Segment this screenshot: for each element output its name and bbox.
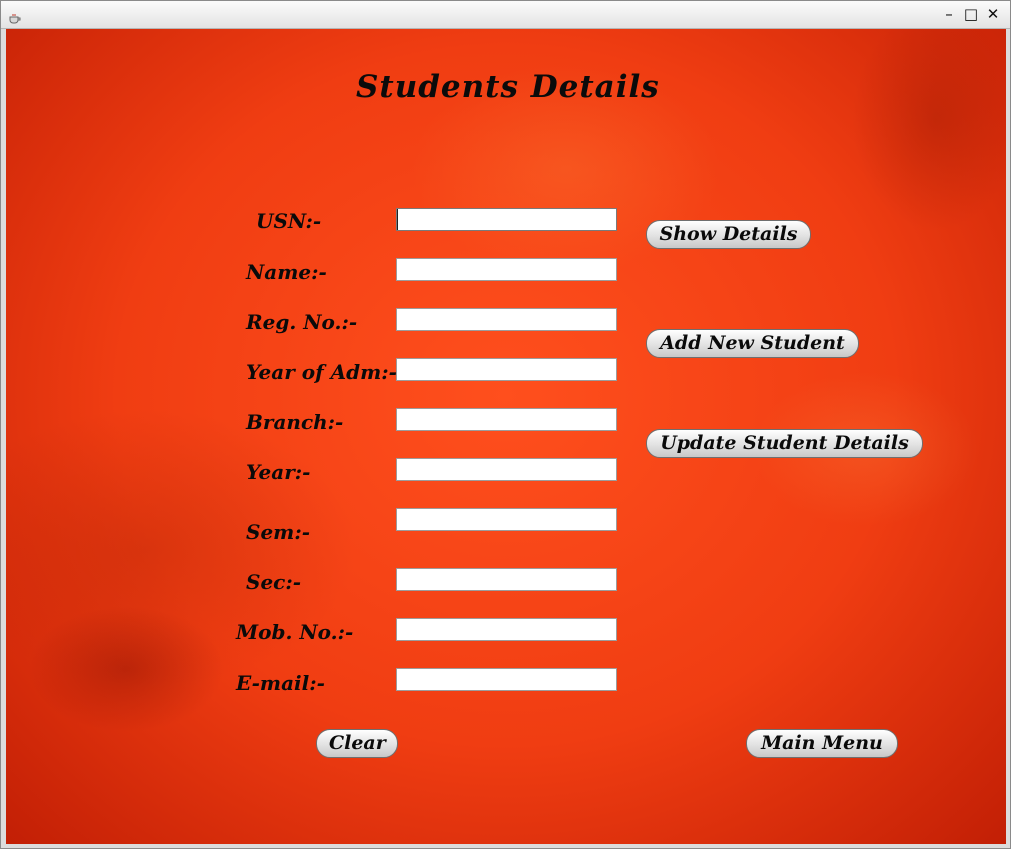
mob-no-field[interactable]: [396, 618, 617, 641]
maximize-button[interactable]: □: [962, 5, 980, 23]
close-button[interactable]: ✕: [984, 5, 1002, 23]
sec-label: Sec:-: [246, 570, 302, 594]
main-menu-button[interactable]: Main Menu: [746, 729, 898, 758]
add-new-student-button[interactable]: Add New Student: [646, 329, 859, 358]
show-details-button[interactable]: Show Details: [646, 220, 811, 249]
branch-field[interactable]: [396, 408, 617, 431]
year-field[interactable]: [396, 458, 617, 481]
name-label: Name:-: [246, 260, 327, 284]
email-field[interactable]: [396, 668, 617, 691]
year-of-adm-field[interactable]: [396, 358, 617, 381]
mob-no-label: Mob. No.:-: [236, 620, 354, 644]
update-student-details-button[interactable]: Update Student Details: [646, 429, 923, 458]
name-field[interactable]: [396, 258, 617, 281]
clear-button[interactable]: Clear: [316, 729, 398, 758]
reg-no-label: Reg. No.:-: [246, 310, 358, 334]
sem-field[interactable]: [396, 508, 617, 531]
title-bar: – □ ✕: [1, 1, 1010, 29]
page-title: Students Details: [356, 69, 660, 105]
java-cup-icon: [8, 9, 22, 24]
sem-label: Sem:-: [246, 520, 311, 544]
minimize-button[interactable]: –: [940, 5, 958, 23]
branch-label: Branch:-: [246, 410, 344, 434]
year-label: Year:-: [246, 460, 311, 484]
usn-label: USN:-: [256, 209, 322, 233]
email-label: E-mail:-: [236, 671, 325, 695]
application-window: – □ ✕ Students Details USN:- Name:- Reg.…: [0, 0, 1011, 849]
reg-no-field[interactable]: [396, 308, 617, 331]
usn-field[interactable]: [396, 208, 617, 231]
sec-field[interactable]: [396, 568, 617, 591]
year-of-adm-label: Year of Adm:-: [246, 360, 397, 384]
form-panel: Students Details USN:- Name:- Reg. No.:-…: [6, 29, 1006, 844]
